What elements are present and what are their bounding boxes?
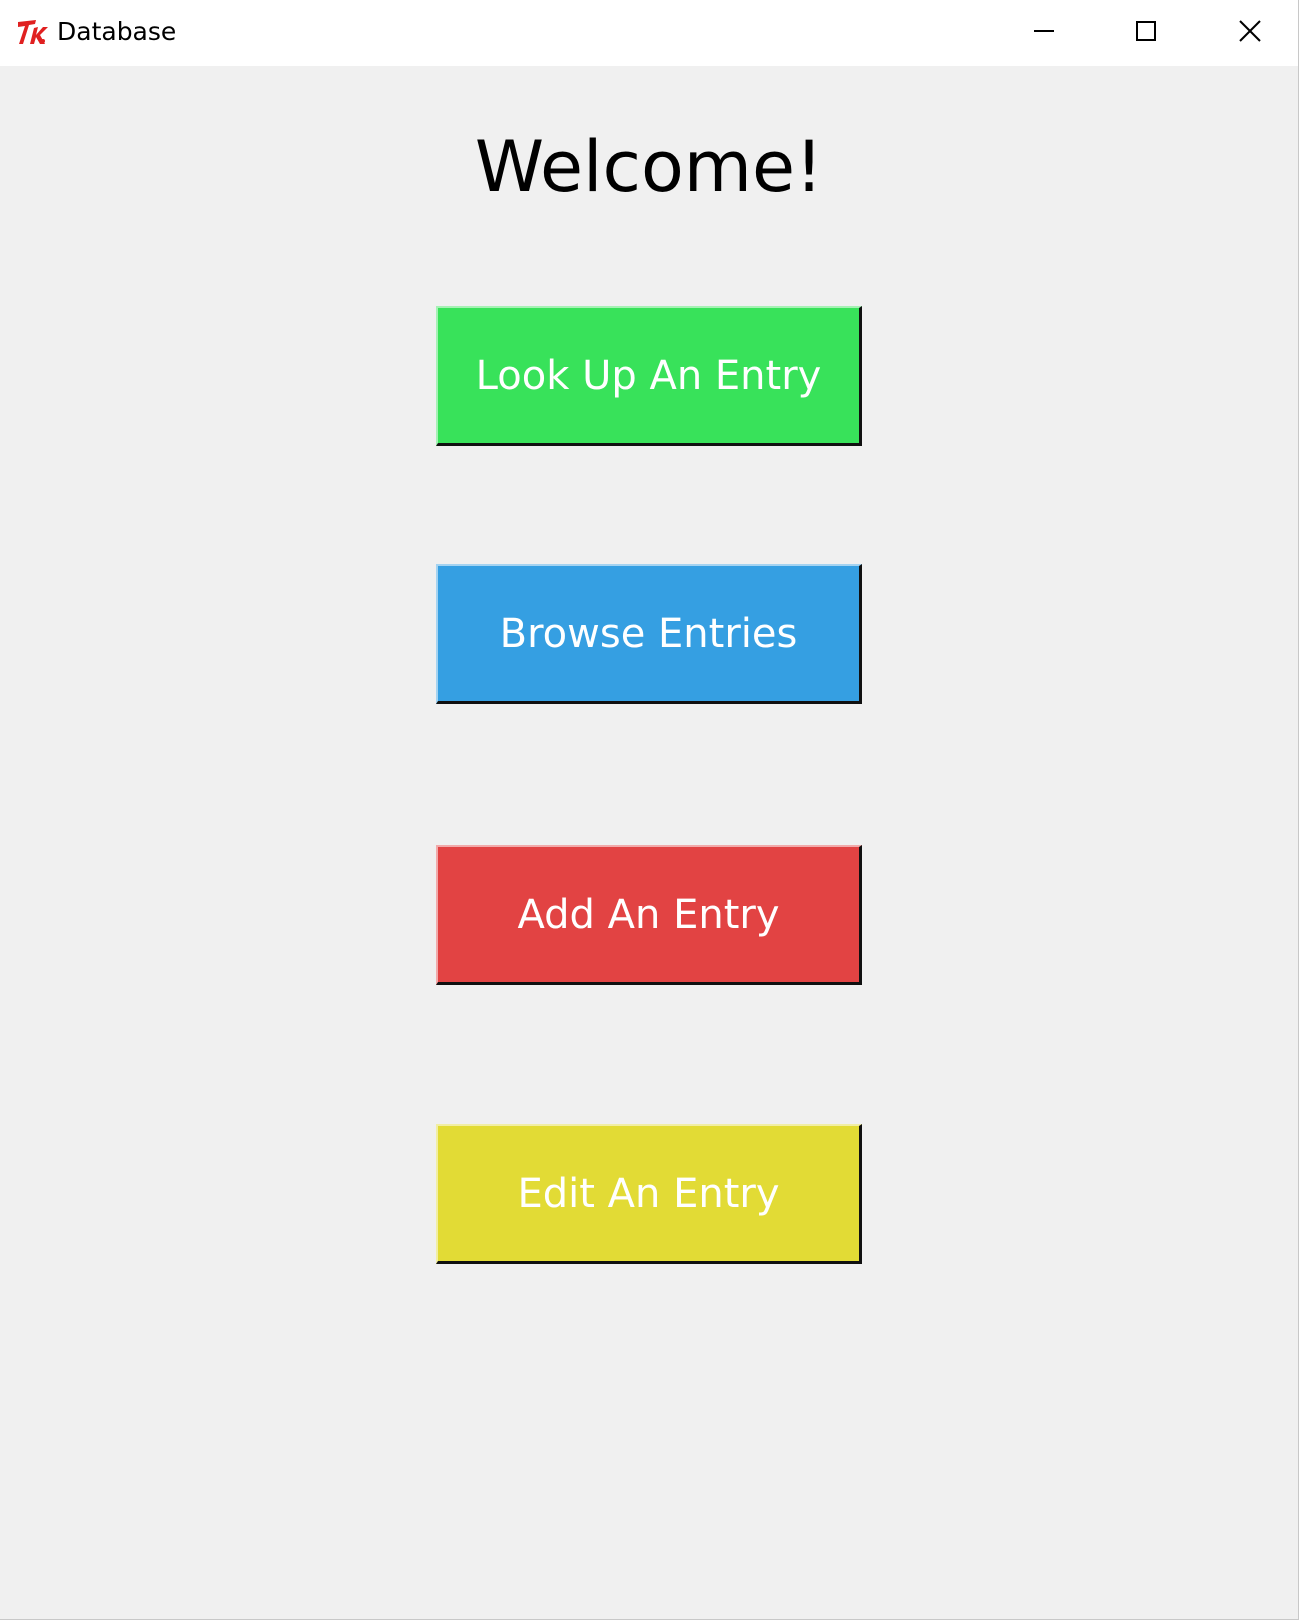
close-icon (1238, 19, 1262, 43)
window-title: Database (57, 17, 177, 46)
title-bar[interactable]: Database (0, 0, 1298, 66)
minimize-icon (1033, 20, 1055, 42)
maximize-button[interactable] (1094, 0, 1198, 62)
button-label: Edit An Entry (517, 1170, 780, 1217)
button-label: Add An Entry (517, 891, 780, 938)
button-label: Look Up An Entry (475, 352, 822, 399)
maximize-icon (1135, 20, 1157, 42)
button-label: Browse Entries (499, 610, 798, 657)
app-window: Database Welcome! Look Up An Entry Brows… (0, 0, 1299, 1620)
add-entry-button[interactable]: Add An Entry (436, 845, 862, 985)
minimize-button[interactable] (992, 0, 1096, 62)
tk-feather-icon (16, 16, 50, 48)
main-content: Welcome! Look Up An Entry Browse Entries… (0, 66, 1298, 1619)
edit-entry-button[interactable]: Edit An Entry (436, 1124, 862, 1264)
welcome-heading: Welcome! (474, 126, 824, 208)
look-up-entry-button[interactable]: Look Up An Entry (436, 306, 862, 446)
browse-entries-button[interactable]: Browse Entries (436, 564, 862, 704)
close-button[interactable] (1198, 0, 1298, 62)
